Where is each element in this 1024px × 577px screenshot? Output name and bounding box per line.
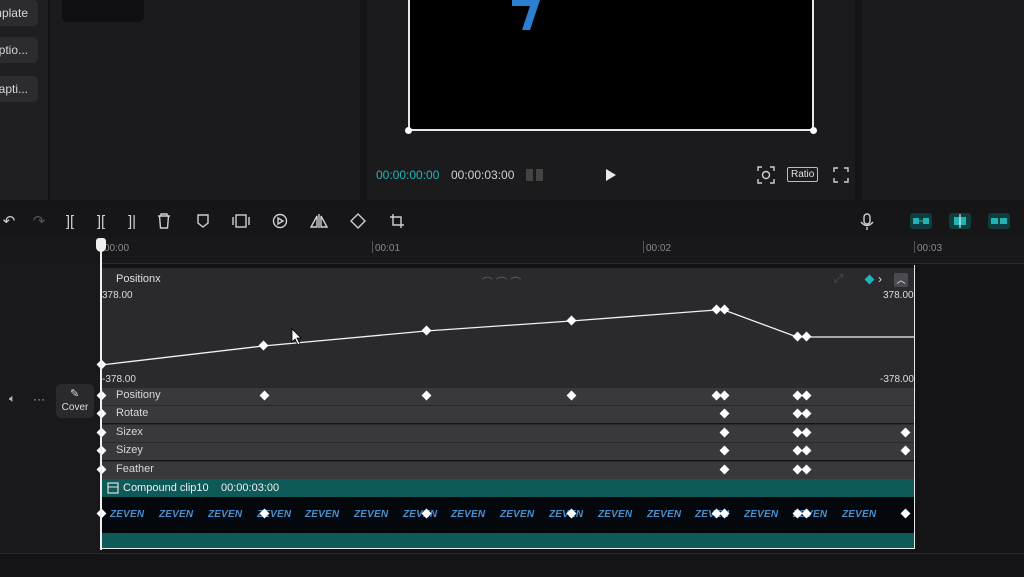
rotate-icon[interactable] [349, 213, 367, 231]
ruler-tick [643, 241, 644, 253]
freeze-icon[interactable] [232, 213, 250, 231]
play-icon[interactable] [604, 167, 618, 183]
ruler-tick [914, 241, 915, 253]
playhead-handle[interactable] [96, 238, 106, 252]
crop-icon[interactable] [388, 213, 406, 231]
timeline-format-icon[interactable] [525, 167, 545, 183]
edit-icon: ✎ [70, 388, 80, 400]
total-timecode: 00:00:03:00 [451, 168, 515, 182]
microphone-icon[interactable] [858, 213, 876, 231]
logo-fragment [512, 0, 540, 30]
playhead[interactable] [100, 240, 102, 550]
selected-clip-frame [100, 265, 915, 549]
time-ruler[interactable] [0, 237, 1024, 264]
fullscreen-icon[interactable] [833, 167, 849, 183]
left-panel: nplate ptio... apti... [0, 0, 48, 200]
delete-right-icon[interactable]: ]| [123, 213, 141, 231]
media-thumbnail[interactable] [62, 0, 144, 22]
ruler-label-2: 00:02 [646, 243, 672, 254]
zoom-fit-icon[interactable] [757, 166, 775, 184]
linkage-icon[interactable] [988, 213, 1010, 229]
ruler-label-0: 00:00 [104, 243, 130, 254]
template-button[interactable]: nplate [0, 0, 38, 26]
auto-snap-icon[interactable] [949, 213, 971, 229]
mark-icon[interactable] [194, 213, 212, 231]
current-timecode: 00:00:00:00 [376, 168, 440, 182]
cover-label: Cover [61, 402, 89, 413]
canvas-handle-left[interactable] [405, 127, 412, 134]
main-track-magnet-icon[interactable] [910, 213, 932, 229]
cover-button[interactable]: ✎ Cover [56, 384, 94, 418]
canvas-handle-right[interactable] [810, 127, 817, 134]
split-icon[interactable]: ][ [61, 213, 79, 231]
properties-panel [862, 0, 1024, 200]
media-panel [50, 0, 360, 200]
more-icon[interactable]: ··· [33, 392, 45, 406]
preview-canvas[interactable] [408, 0, 814, 131]
ratio-button[interactable]: Ratio [787, 167, 819, 182]
redo-icon[interactable]: ↷ [30, 213, 48, 231]
volume-icon[interactable]: 🔈︎ [9, 393, 16, 406]
mirror-icon[interactable] [309, 213, 329, 231]
trash-icon[interactable] [155, 213, 173, 231]
ruler-label-1: 00:01 [375, 243, 401, 254]
timeline-scrollbar[interactable] [0, 553, 1024, 577]
undo-icon[interactable]: ↶ [0, 213, 18, 231]
reverse-icon[interactable] [271, 213, 289, 231]
auto-caption-button[interactable]: apti... [0, 76, 38, 102]
delete-left-icon[interactable]: ][ [92, 213, 110, 231]
ruler-label-3: 00:03 [917, 243, 943, 254]
caption-button[interactable]: ptio... [0, 37, 38, 63]
ruler-tick [372, 241, 373, 253]
